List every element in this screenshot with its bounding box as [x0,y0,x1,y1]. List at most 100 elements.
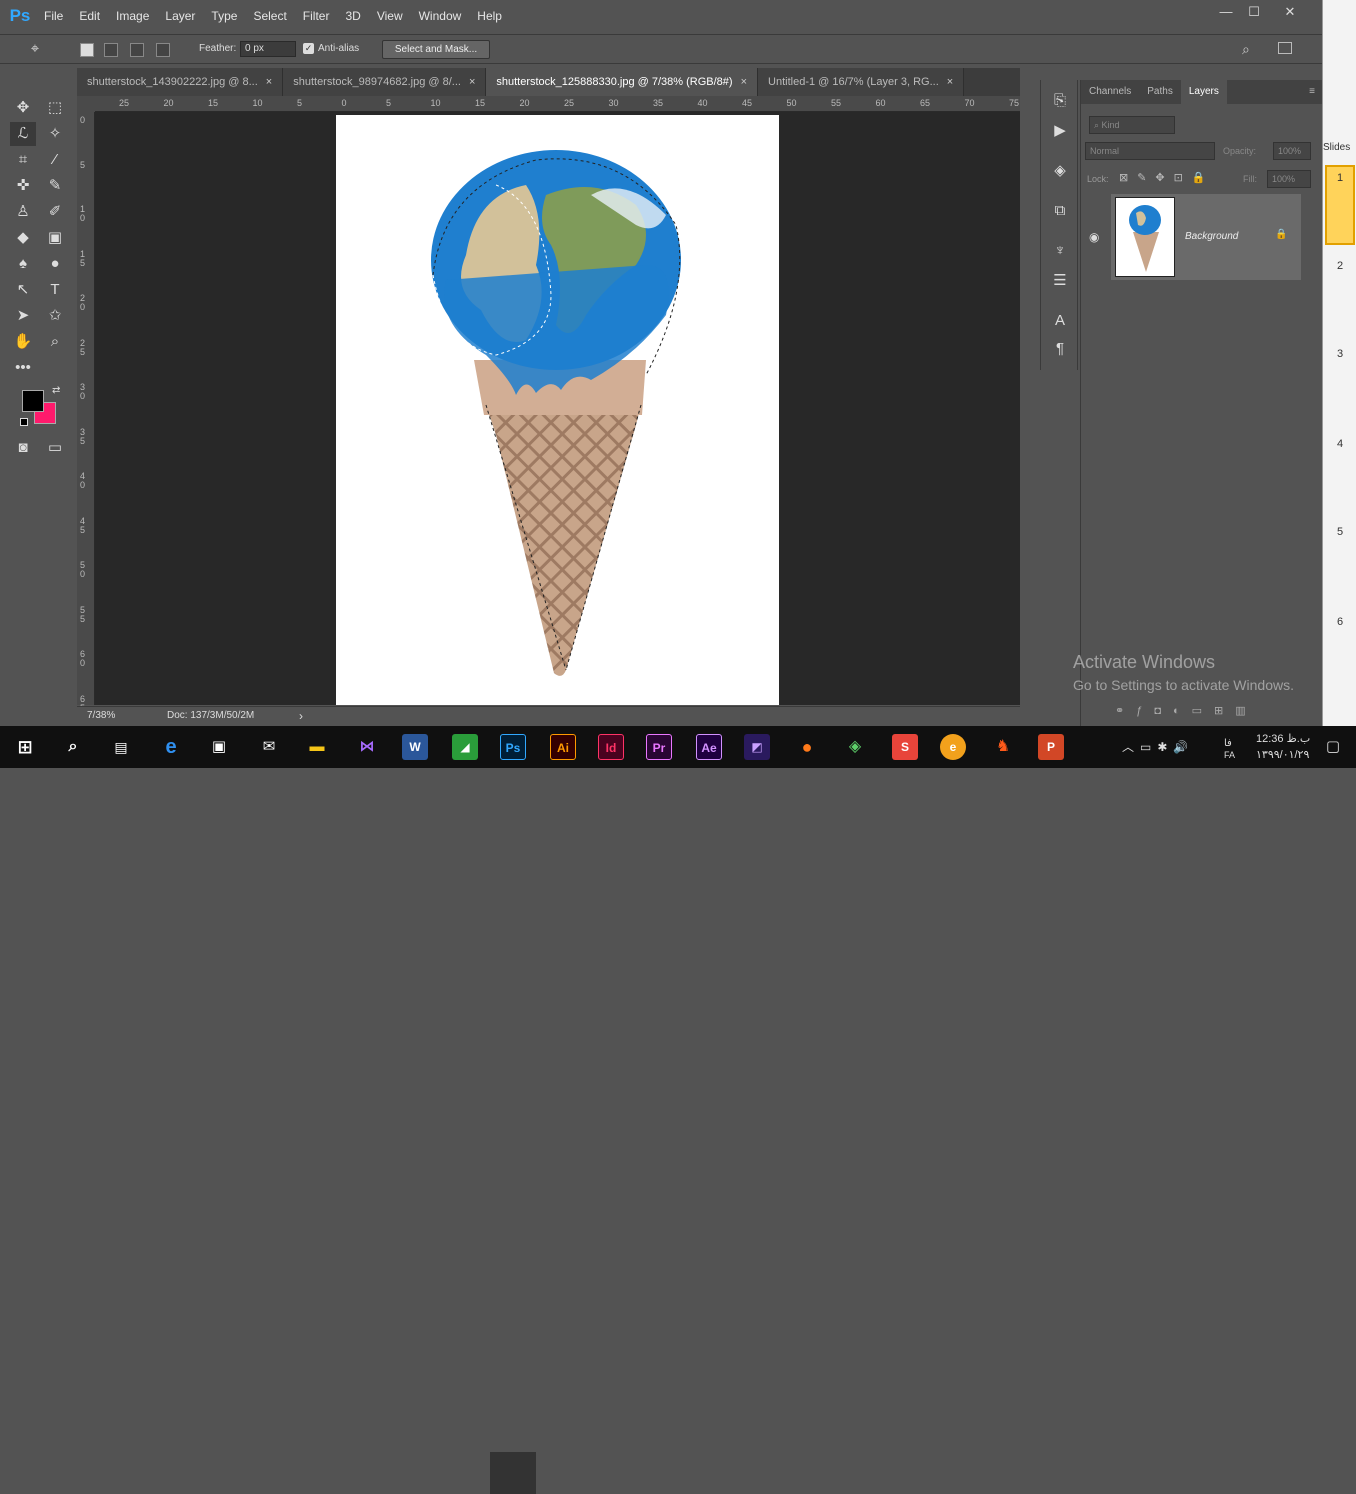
slide-number[interactable]: 6 [1337,616,1343,628]
type-tool-icon[interactable]: T [42,278,68,302]
default-colors-icon[interactable] [20,418,28,426]
path-selection-icon[interactable]: ➤ [10,304,36,328]
slide-number[interactable]: 1 [1337,172,1343,184]
tab-close-icon[interactable]: × [266,76,272,88]
clock-date[interactable]: ۱۳۹۹/۰۱/۲۹ [1256,748,1309,761]
marquee-tool-icon[interactable]: ⬚ [42,96,68,120]
custom-shape-icon[interactable]: ✩ [42,304,68,328]
tab-doc-2[interactable]: shutterstock_98974682.jpg @ 8/... × [283,68,487,96]
visibility-eye-icon[interactable]: ◉ [1089,230,1099,244]
healing-brush-icon[interactable]: ✜ [10,174,36,198]
premiere-taskbar-icon[interactable]: Pr [646,734,672,760]
subtract-selection-icon[interactable] [130,43,144,57]
brush-panel-icon[interactable]: ♆ [1049,240,1071,262]
gradient-tool-icon[interactable]: ▣ [42,226,68,250]
swap-colors-icon[interactable]: ⇄ [52,385,60,396]
menu-file[interactable]: File [36,0,71,32]
tab-channels[interactable]: Channels [1081,80,1139,104]
vertical-ruler[interactable]: 051 01 52 02 53 03 54 04 55 05 56 06 5 [77,112,95,712]
system-tray-icons[interactable]: ︿▭✱🔊 [1122,738,1194,755]
menu-image[interactable]: Image [108,0,157,32]
workspace-icon[interactable] [1278,42,1292,54]
slide-number[interactable]: 2 [1337,260,1343,272]
layer-name[interactable]: Background [1185,231,1238,242]
maximize-button[interactable]: ☐ [1242,4,1266,20]
eraser-tool-icon[interactable]: ◆ [10,226,36,250]
powerpoint-icon[interactable]: P [1038,734,1064,760]
menu-view[interactable]: View [369,0,411,32]
notification-icon[interactable]: ▢ [1320,734,1346,760]
properties-panel-icon[interactable]: ☰ [1049,270,1071,292]
brush-tool-icon[interactable]: ✎ [42,174,68,198]
menu-3d[interactable]: 3D [337,0,368,32]
firefox-icon[interactable]: ● [794,734,820,760]
select-and-mask-button[interactable]: Select and Mask... [382,40,490,59]
language-code[interactable]: FA [1224,750,1235,760]
magic-wand-icon[interactable]: ✧ [42,122,68,146]
polygonal-lasso-preset-icon[interactable]: ⌖ [22,37,48,61]
search-icon[interactable]: ⌕ [1242,41,1250,58]
document-canvas[interactable] [336,115,779,705]
store-icon[interactable]: ▣ [206,734,232,760]
tab-paths[interactable]: Paths [1139,80,1181,104]
media-encoder-icon[interactable]: ◩ [744,734,770,760]
menu-layer[interactable]: Layer [157,0,203,32]
file-explorer-icon[interactable]: ▬ [304,734,330,760]
panel-menu-icon[interactable]: ≡ [1301,80,1323,104]
horizontal-ruler[interactable]: 25 20 15 10 5 0 5 10 15 20 25 30 35 40 45 50 55 60 65 70 75 [95,96,1020,112]
menu-type[interactable]: Type [203,0,245,32]
tab-doc-1[interactable]: shutterstock_143902222.jpg @ 8... × [77,68,284,96]
visual-studio-icon[interactable]: ⋈ [354,734,380,760]
corel-icon[interactable]: ◢ [452,734,478,760]
actions-panel-icon[interactable]: ▶ [1049,120,1071,142]
slide-number[interactable]: 4 [1337,438,1343,450]
libraries-panel-icon[interactable]: ◈ [1049,160,1071,182]
tab-doc-3[interactable]: shutterstock_125888330.jpg @ 7/38% (RGB/… [486,68,759,96]
hand-tool-icon[interactable]: ✋ [10,330,36,354]
illustrator-taskbar-icon[interactable]: Ai [550,734,576,760]
opacity-input[interactable]: 100% [1273,142,1311,160]
flame-app-icon[interactable]: ♞ [990,734,1016,760]
e-app-icon[interactable]: e [940,734,966,760]
windows-start-icon[interactable]: ⊞ [12,734,38,760]
slide-number[interactable]: 3 [1337,348,1343,360]
tab-doc-4[interactable]: Untitled-1 @ 16/7% (Layer 3, RG... × [758,68,965,96]
tab-close-icon[interactable]: × [741,76,747,88]
antialias-checkbox[interactable]: ✓ [303,43,314,54]
tab-close-icon[interactable]: × [469,76,475,88]
more-tools-icon[interactable]: ••• [10,356,36,380]
zoom-tool-icon[interactable]: ⌕ [42,330,68,354]
add-selection-icon[interactable] [104,43,118,57]
history-panel-icon[interactable]: ⎘ [1049,90,1071,112]
paragraph-panel-icon[interactable]: ¶ [1049,338,1071,360]
menu-help[interactable]: Help [469,0,510,32]
lasso-tool-icon[interactable]: ℒ [10,122,36,146]
word-icon[interactable]: W [402,734,428,760]
task-view-icon[interactable]: ▤ [108,734,134,760]
pen-tool-icon[interactable]: ↖ [10,278,36,302]
lock-icons[interactable]: ⊠✎✥⊡🔒 [1119,171,1215,184]
minimize-button[interactable]: — [1214,4,1238,20]
status-menu-arrow[interactable]: › [299,709,303,723]
language-indicator[interactable]: فا [1224,738,1232,749]
foreground-color-swatch[interactable] [22,390,44,412]
clone-stamp-icon[interactable]: ♙ [10,200,36,224]
move-tool-icon[interactable]: ✥ [10,96,36,120]
menu-select[interactable]: Select [245,0,294,32]
new-selection-icon[interactable] [80,43,94,57]
intersect-selection-icon[interactable] [156,43,170,57]
fill-input[interactable]: 100% [1267,170,1311,188]
layer-row-background[interactable]: Background 🔒 [1111,194,1301,280]
blend-mode-select[interactable]: Normal [1085,142,1215,160]
menu-edit[interactable]: Edit [71,0,108,32]
indesign-taskbar-icon[interactable]: Id [598,734,624,760]
tab-close-icon[interactable]: × [947,76,953,88]
dodge-tool-icon[interactable]: ● [42,252,68,276]
screen-mode-icon[interactable]: ▭ [42,436,68,460]
photoshop-taskbar-icon[interactable]: Ps [500,734,526,760]
close-button[interactable]: ✕ [1278,4,1302,20]
mail-icon[interactable]: ✉ [256,734,282,760]
adjustments-panel-icon[interactable]: ⧉ [1049,200,1071,222]
crop-tool-icon[interactable]: ⌗ [10,148,36,172]
slide-number[interactable]: 5 [1337,526,1343,538]
